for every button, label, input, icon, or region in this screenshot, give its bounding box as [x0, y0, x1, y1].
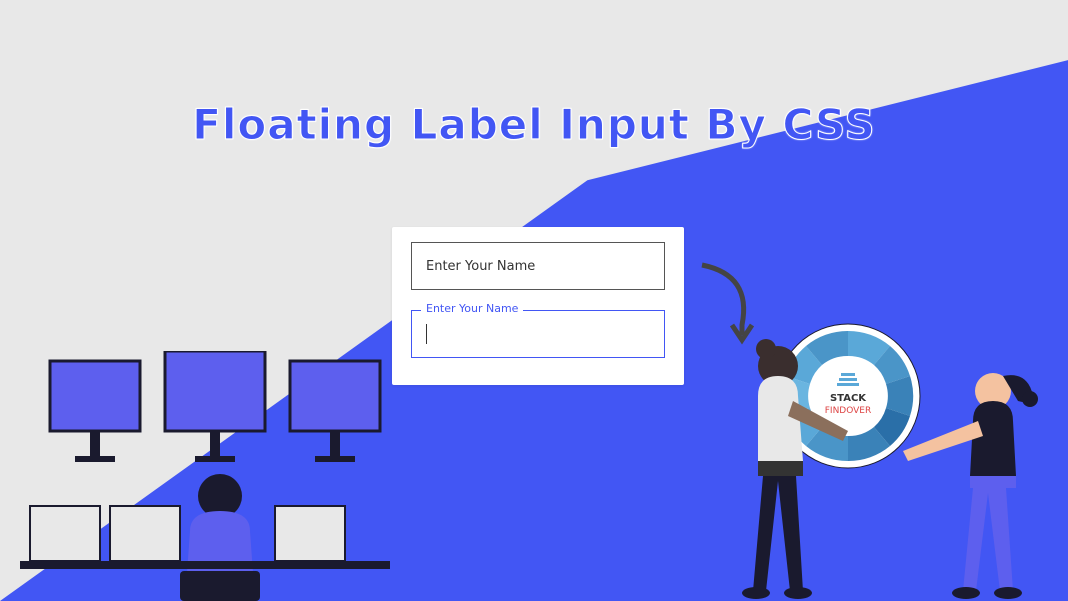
name-input-focused[interactable]	[411, 310, 665, 358]
name-input-default[interactable]: Enter Your Name	[411, 242, 665, 290]
page-title: Floating Label Input By CSS	[192, 100, 875, 149]
illustration-desk-person	[20, 351, 400, 601]
name-input-floating-wrap: Enter Your Name	[411, 310, 665, 358]
illustration-people-right	[708, 321, 1048, 601]
placeholder-text: Enter Your Name	[426, 259, 535, 274]
text-cursor	[426, 324, 427, 344]
input-card: Enter Your Name Enter Your Name	[392, 227, 684, 385]
floating-label: Enter Your Name	[421, 302, 523, 315]
